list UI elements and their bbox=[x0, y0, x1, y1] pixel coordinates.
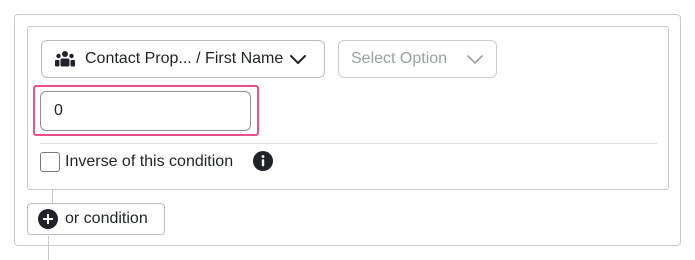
value-input[interactable] bbox=[40, 91, 251, 131]
property-select-label: Contact Prop... / First Name bbox=[85, 50, 284, 67]
property-select[interactable]: Contact Prop... / First Name bbox=[41, 40, 325, 78]
divider bbox=[40, 143, 657, 144]
connector-line bbox=[52, 190, 53, 204]
inverse-checkbox[interactable] bbox=[40, 152, 60, 172]
chevron-down-icon bbox=[289, 53, 307, 65]
operator-select[interactable]: Select Option bbox=[338, 40, 497, 78]
connector-line bbox=[48, 236, 49, 260]
chevron-down-icon bbox=[466, 53, 484, 65]
contacts-group-icon bbox=[54, 50, 76, 68]
inverse-checkbox-label: Inverse of this condition bbox=[65, 153, 234, 170]
operator-select-placeholder: Select Option bbox=[351, 50, 448, 67]
or-condition-label: or condition bbox=[65, 210, 148, 227]
plus-circle-icon bbox=[38, 209, 58, 229]
or-condition-button[interactable]: or condition bbox=[27, 203, 165, 235]
info-icon[interactable] bbox=[253, 151, 273, 171]
